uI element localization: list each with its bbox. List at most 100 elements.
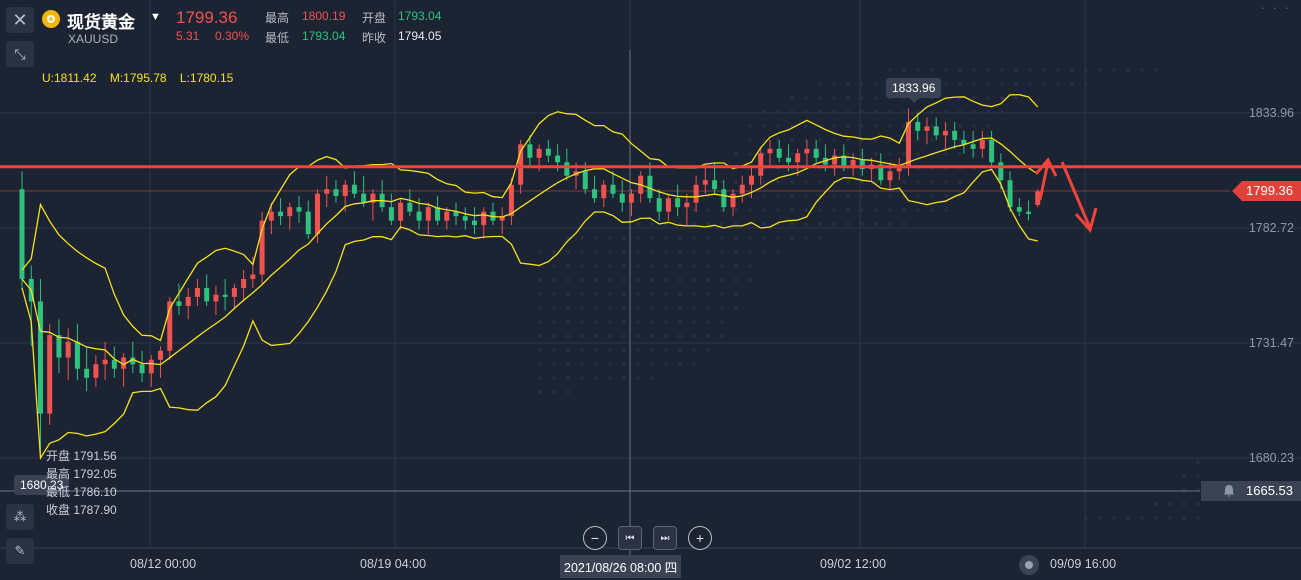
candle-body bbox=[555, 155, 561, 163]
map-dot bbox=[664, 348, 668, 352]
draw-tool-button[interactable]: ✎ bbox=[6, 538, 34, 564]
map-dot bbox=[650, 292, 654, 296]
low-label: 最低 bbox=[265, 31, 290, 45]
map-dot bbox=[1140, 516, 1144, 520]
map-dot bbox=[650, 264, 654, 268]
map-dot bbox=[552, 334, 556, 338]
map-dot bbox=[902, 138, 906, 142]
map-dot bbox=[916, 180, 920, 184]
map-dot bbox=[790, 194, 794, 198]
map-dot bbox=[538, 348, 542, 352]
candle-body bbox=[989, 139, 995, 163]
map-dot bbox=[594, 362, 598, 366]
price-chart[interactable] bbox=[0, 0, 1301, 580]
symbol-name[interactable]: 现货黄金 bbox=[67, 8, 135, 33]
map-dot bbox=[580, 362, 584, 366]
map-dot bbox=[636, 348, 640, 352]
map-dot bbox=[748, 124, 752, 128]
map-dot bbox=[566, 376, 570, 380]
map-dot bbox=[608, 250, 612, 254]
zoom-in-button[interactable]: + bbox=[688, 526, 712, 550]
map-dot bbox=[650, 320, 654, 324]
y-tick-label: 1731.47 bbox=[1248, 336, 1294, 350]
map-dot bbox=[846, 180, 850, 184]
map-dot bbox=[776, 208, 780, 212]
map-dot bbox=[860, 124, 864, 128]
candle-body bbox=[832, 155, 838, 165]
candle-body bbox=[305, 211, 311, 235]
bell-icon[interactable] bbox=[1222, 484, 1236, 498]
map-dot bbox=[986, 124, 990, 128]
map-dot bbox=[538, 306, 542, 310]
candle-body bbox=[915, 121, 921, 131]
fullscreen-button[interactable]: ⤡ bbox=[6, 41, 34, 67]
map-dot bbox=[734, 264, 738, 268]
map-dot bbox=[594, 306, 598, 310]
candle-body bbox=[102, 359, 108, 365]
map-dot bbox=[608, 348, 612, 352]
scroll-latest-button[interactable] bbox=[1019, 555, 1039, 575]
map-dot bbox=[622, 320, 626, 324]
scroll-start-button[interactable]: ⏮ bbox=[618, 526, 642, 550]
map-dot bbox=[790, 222, 794, 226]
map-dot bbox=[972, 96, 976, 100]
map-dot bbox=[692, 222, 696, 226]
candle-body bbox=[804, 148, 810, 154]
prev-close-value: 1794.05 bbox=[398, 29, 442, 43]
map-dot bbox=[622, 250, 626, 254]
map-dot bbox=[846, 208, 850, 212]
map-dot bbox=[818, 152, 822, 156]
map-dot bbox=[916, 194, 920, 198]
candle-body bbox=[314, 193, 320, 235]
indicator-button[interactable]: ⁂ bbox=[6, 504, 34, 530]
candle-body bbox=[56, 335, 62, 358]
map-dot bbox=[818, 96, 822, 100]
map-dot bbox=[650, 236, 654, 240]
map-dot bbox=[846, 96, 850, 100]
map-dot bbox=[944, 82, 948, 86]
map-dot bbox=[650, 362, 654, 366]
map-dot bbox=[818, 138, 822, 142]
candle-body bbox=[398, 202, 404, 221]
map-dot bbox=[608, 292, 612, 296]
map-dot bbox=[930, 194, 934, 198]
price-alert-tag[interactable]: 1665.53 bbox=[1201, 481, 1301, 501]
ohlc-tooltip: 开盘 1791.56 最高 1792.05 最低 1786.10 收盘 1787… bbox=[46, 447, 117, 519]
scroll-end-button[interactable]: ⏭ bbox=[653, 526, 677, 550]
map-dot bbox=[888, 194, 892, 198]
more-menu-icon[interactable]: · · · bbox=[1261, 0, 1291, 15]
candle-body bbox=[564, 162, 570, 176]
map-dot bbox=[944, 138, 948, 142]
symbol-dropdown-icon[interactable]: ▼ bbox=[150, 11, 161, 23]
candle-body bbox=[582, 171, 588, 190]
bollinger-upper-line bbox=[21, 94, 1039, 342]
tooltip-high: 最高 1792.05 bbox=[46, 467, 117, 481]
candle-body bbox=[592, 189, 598, 199]
map-dot bbox=[846, 152, 850, 156]
map-dot bbox=[944, 68, 948, 72]
candle-body bbox=[712, 180, 718, 190]
zoom-toolbar: − ⏮ ⏭ + bbox=[583, 526, 712, 550]
map-dot bbox=[622, 334, 626, 338]
map-dot bbox=[622, 264, 626, 268]
chart-area[interactable] bbox=[0, 0, 1301, 580]
map-dot bbox=[608, 278, 612, 282]
candle-body bbox=[508, 184, 514, 217]
map-dot bbox=[776, 250, 780, 254]
candle-body bbox=[416, 211, 422, 221]
map-dot bbox=[790, 208, 794, 212]
map-dot bbox=[706, 278, 710, 282]
map-dot bbox=[580, 306, 584, 310]
candle-body bbox=[222, 294, 228, 297]
map-dot bbox=[552, 278, 556, 282]
close-button[interactable]: ✕ bbox=[6, 7, 34, 33]
map-dot bbox=[832, 222, 836, 226]
zoom-out-button[interactable]: − bbox=[583, 526, 607, 550]
price-change-pct: 0.30% bbox=[215, 29, 250, 43]
candle-body bbox=[407, 202, 413, 212]
map-dot bbox=[678, 236, 682, 240]
candle-body bbox=[776, 148, 782, 158]
map-dot bbox=[860, 96, 864, 100]
map-dot bbox=[944, 152, 948, 156]
map-dot bbox=[1154, 502, 1158, 506]
